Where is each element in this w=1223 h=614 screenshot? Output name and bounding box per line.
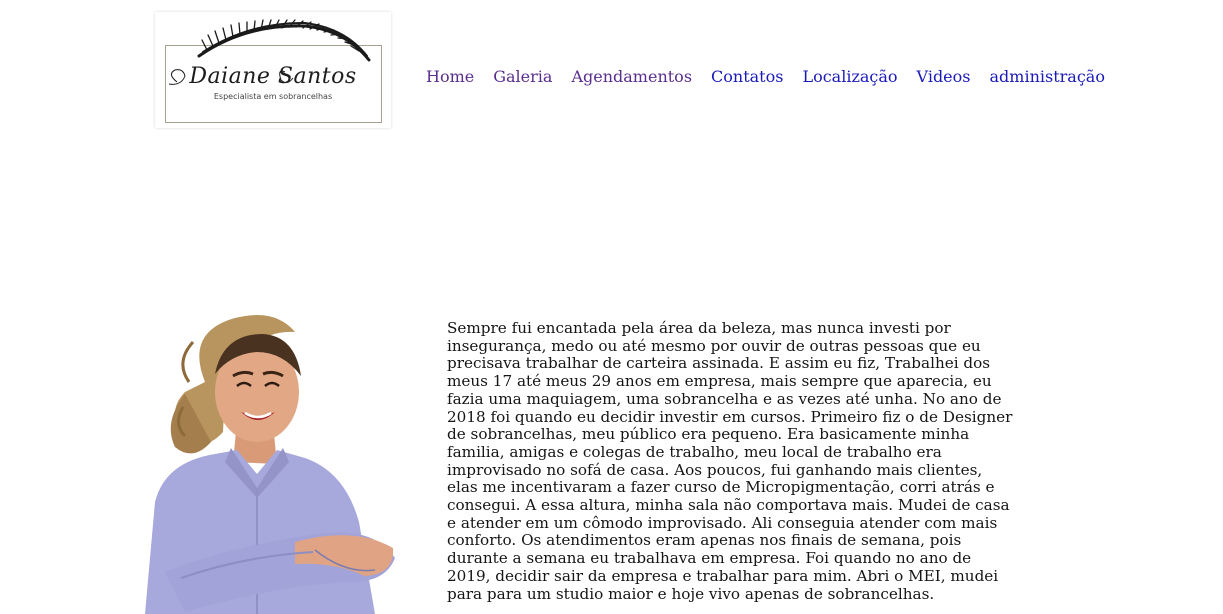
nav-link-localizacao[interactable]: Localização — [802, 66, 897, 88]
logo-tagline: Especialista em sobrancelhas — [213, 92, 333, 101]
about-biography: Sempre fui encantada pela área da beleza… — [447, 319, 1013, 603]
nav-link-galeria[interactable]: Galeria — [493, 66, 552, 88]
nav-link-home[interactable]: Home — [426, 66, 474, 88]
main-nav: Home Galeria Agendamentos Contatos Local… — [426, 66, 1105, 88]
logo-name: Daiane Santos — [189, 64, 357, 89]
nav-link-videos[interactable]: Videos — [917, 66, 971, 88]
nav-link-administracao[interactable]: administração — [990, 66, 1105, 88]
site-logo[interactable]: Daiane Santos Especialista em sobrancelh… — [155, 12, 391, 128]
portrait-photo — [145, 312, 405, 614]
nav-link-agendamentos[interactable]: Agendamentos — [571, 66, 692, 88]
nav-link-contatos[interactable]: Contatos — [711, 66, 783, 88]
